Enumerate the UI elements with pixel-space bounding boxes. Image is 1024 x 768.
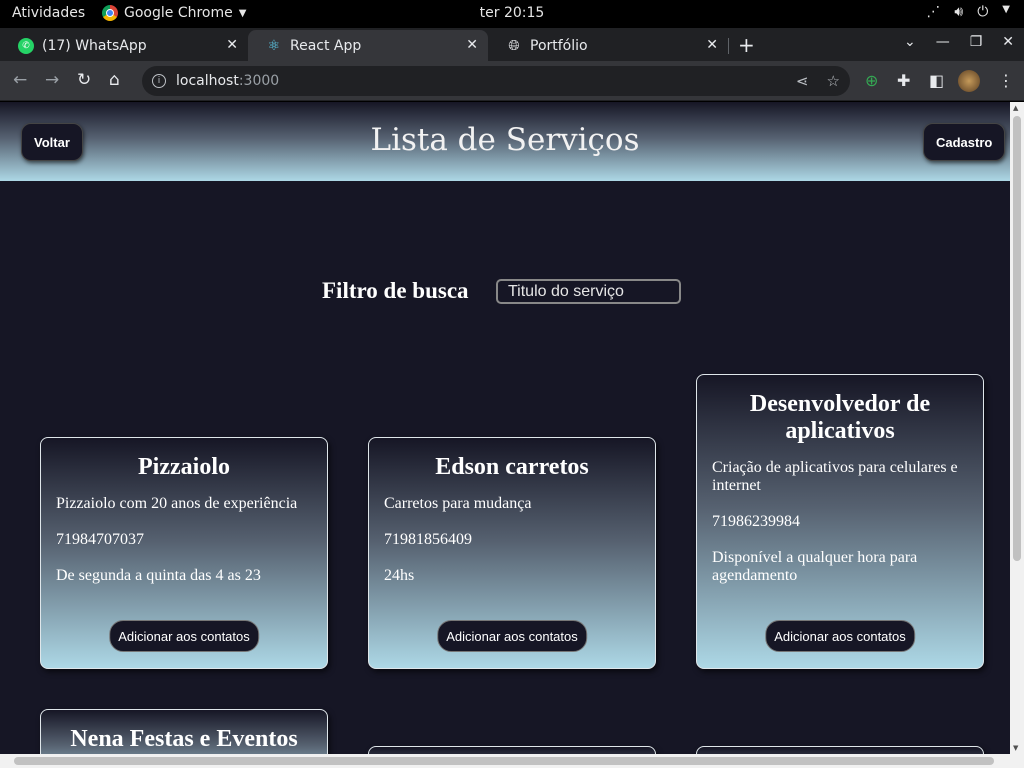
volume-icon: 🔊︎ <box>954 4 964 20</box>
menu-kebab-icon[interactable]: ⋮ <box>998 71 1014 90</box>
url-port: :3000 <box>238 73 280 89</box>
card-phone: 71986239984 <box>712 513 800 530</box>
restore-icon[interactable]: ❐ <box>970 34 983 50</box>
card-availability: De segunda a quinta das 4 as 23 <box>56 567 261 584</box>
minimize-icon[interactable]: — <box>936 34 950 50</box>
card-title: Nena Festas e Eventos <box>70 726 298 752</box>
react-icon: ⚛ <box>267 37 281 54</box>
info-icon[interactable]: i <box>152 74 166 88</box>
card-description: Criação de aplicativos para celulares e … <box>712 459 958 494</box>
scroll-down-icon[interactable]: ▼ <box>1013 744 1018 752</box>
card-title: Desenvolvedor de aplicativos <box>749 391 931 444</box>
card-title: Edson carretos <box>435 454 589 480</box>
url-host: localhost <box>176 73 239 89</box>
tab-label: (17) WhatsApp <box>42 37 147 54</box>
card-availability: 24hs <box>384 567 415 584</box>
chevron-down-icon: ▼ <box>1002 4 1010 15</box>
extension-add-icon[interactable]: ⊕ <box>865 71 878 90</box>
address-bar[interactable]: i localhost:3000 ⋖ ☆ <box>142 66 850 96</box>
tab-separator <box>728 38 729 54</box>
whatsapp-icon: ✆ <box>18 37 34 54</box>
service-card: Nena Festas e Eventos <box>40 709 328 754</box>
service-card <box>696 746 984 754</box>
new-tab-button[interactable]: + <box>738 33 755 57</box>
close-window-icon[interactable]: ✕ <box>1002 34 1014 50</box>
clock[interactable]: ter 20:15 <box>0 5 1024 21</box>
tab-search-icon[interactable]: ⌄ <box>904 34 916 50</box>
reload-icon[interactable]: ↻ <box>77 70 91 90</box>
extensions-puzzle-icon[interactable]: ✚ <box>897 71 910 90</box>
tab-strip: ✆ (17) WhatsApp ✕ ⚛ React App ✕ 🌐︎ Portf… <box>0 28 1024 61</box>
globe-icon: 🌐︎ <box>508 37 520 54</box>
service-card: Edson carretos Carretos para mudança 719… <box>368 437 656 669</box>
scrollbar-thumb[interactable] <box>14 757 994 765</box>
tab-portfolio[interactable]: 🌐︎ Portfólio ✕ <box>488 30 728 61</box>
power-icon: ⏻ <box>977 4 989 20</box>
tab-react-app[interactable]: ⚛ React App ✕ <box>248 30 488 61</box>
close-icon[interactable]: ✕ <box>706 37 718 53</box>
back-icon[interactable]: ← <box>13 70 27 90</box>
add-to-contacts-button[interactable]: Adicionar aos contatos <box>109 620 259 652</box>
close-icon[interactable]: ✕ <box>226 37 238 53</box>
filter-label: Filtro de busca <box>322 278 469 303</box>
profile-avatar[interactable] <box>958 70 980 92</box>
card-description: Pizzaiolo com 20 anos de experiência <box>56 495 298 512</box>
bookmark-star-icon[interactable]: ☆ <box>827 72 840 90</box>
share-icon[interactable]: ⋖ <box>796 72 809 90</box>
system-top-bar: Atividades Google Chrome ▼ ter 20:15 ⋰ 🔊… <box>0 0 1024 28</box>
filter-search-input[interactable] <box>496 279 681 304</box>
forward-icon[interactable]: → <box>45 70 59 90</box>
page-title: Lista de Serviços <box>370 122 640 158</box>
tab-label: React App <box>290 37 362 54</box>
register-button[interactable]: Cadastro <box>923 123 1006 161</box>
scrollbar-thumb[interactable] <box>1013 116 1021 561</box>
side-panel-icon[interactable]: ◧ <box>929 71 944 90</box>
vertical-scrollbar[interactable]: ▲ ▼ <box>1010 102 1024 754</box>
omnibox-actions: ⋖ ☆ <box>796 72 840 90</box>
window-controls: ⌄ — ❐ ✕ <box>904 34 1014 50</box>
card-phone: 71984707037 <box>56 531 144 548</box>
card-availability: Disponível a qualquer hora para agendame… <box>712 549 918 584</box>
service-card: Pizzaiolo Pizzaiolo com 20 anos de exper… <box>40 437 328 669</box>
tab-whatsapp[interactable]: ✆ (17) WhatsApp ✕ <box>0 30 248 61</box>
card-title: Pizzaiolo <box>138 454 230 480</box>
service-card: Desenvolvedor de aplicativos Criação de … <box>696 374 984 669</box>
browser-toolbar: ← → ↻ ⌂ i localhost:3000 ⋖ ☆ ⊕ ✚ ◧ ⋮ <box>0 61 1024 101</box>
system-tray[interactable]: ⋰ 🔊︎ ⏻ ▼ <box>926 4 1010 20</box>
close-icon[interactable]: ✕ <box>466 37 478 53</box>
horizontal-scrollbar[interactable] <box>0 754 1024 768</box>
tab-label: Portfólio <box>530 37 588 54</box>
card-description: Carretos para mudança <box>384 495 532 512</box>
network-icon: ⋰ <box>926 4 941 20</box>
service-card <box>368 746 656 754</box>
scroll-up-icon[interactable]: ▲ <box>1013 104 1018 112</box>
add-to-contacts-button[interactable]: Adicionar aos contatos <box>437 620 587 652</box>
card-phone: 71981856409 <box>384 531 472 548</box>
page-viewport: Voltar Lista de Serviços Cadastro Filtro… <box>0 102 1010 754</box>
add-to-contacts-button[interactable]: Adicionar aos contatos <box>765 620 915 652</box>
page-header: Voltar Lista de Serviços Cadastro <box>0 102 1010 181</box>
home-icon[interactable]: ⌂ <box>109 70 120 90</box>
